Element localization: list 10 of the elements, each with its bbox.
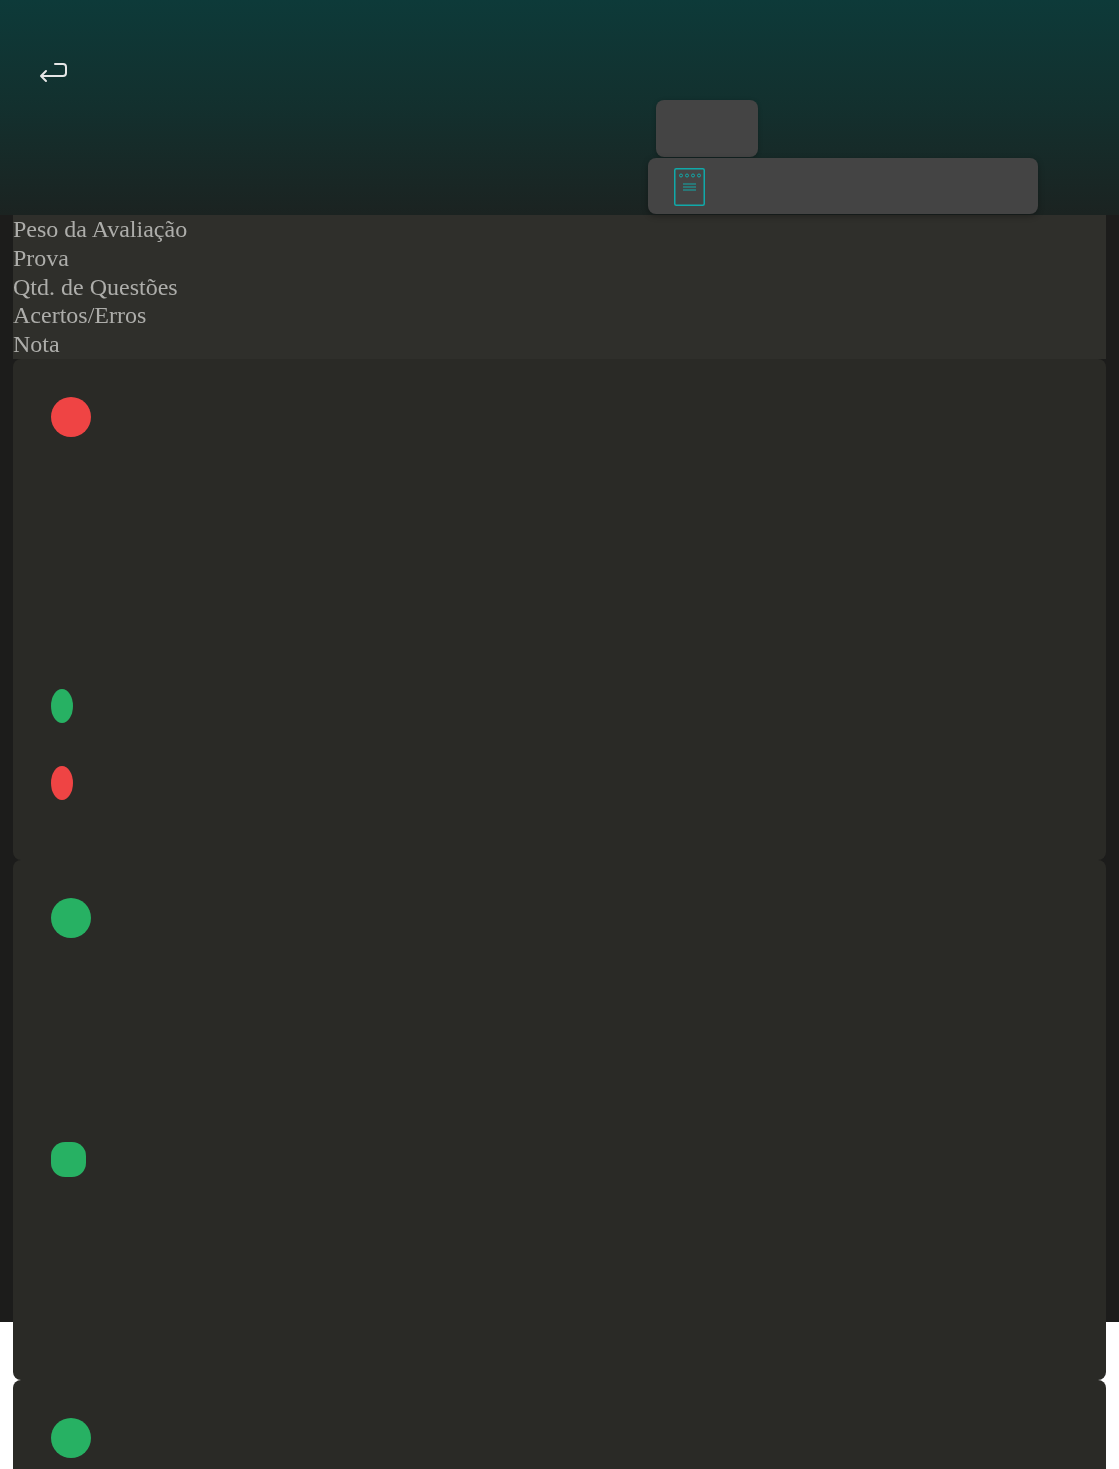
document-icon [674, 168, 705, 206]
column-header: Qtd. de Questões [13, 272, 179, 302]
back-button[interactable] [38, 62, 68, 83]
column-header: Acertos/Erros [13, 301, 148, 331]
header-tab[interactable] [656, 100, 758, 157]
column-header: Prova [13, 243, 70, 273]
column-header: Nota [13, 330, 61, 359]
column-header: Peso da Avaliação [13, 215, 189, 244]
document-select[interactable] [648, 158, 1038, 214]
return-arrow-icon [38, 62, 68, 83]
